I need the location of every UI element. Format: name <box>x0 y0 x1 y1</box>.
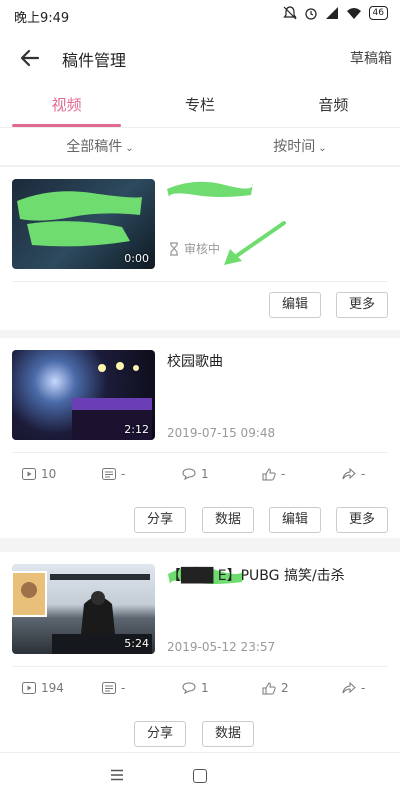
share-button[interactable]: 分享 <box>134 507 186 533</box>
stat-shares: - <box>320 673 400 703</box>
video-date: 2019-05-12 23:57 <box>167 640 276 654</box>
video-card: 0:00 审核中 编辑 更多 <box>0 167 400 330</box>
video-duration: 5:24 <box>124 637 149 650</box>
filter-all-submissions[interactable]: 全部稿件 ⌄ <box>0 128 200 165</box>
video-card: 2:12 校园歌曲 2019-07-15 09:48 10 - 1 - - 分享… <box>0 338 400 538</box>
play-icon <box>22 468 36 480</box>
stat-shares: - <box>320 459 400 489</box>
comment-icon <box>182 468 196 480</box>
chevron-down-icon: ⌄ <box>318 143 327 154</box>
mute-icon <box>282 6 297 20</box>
comment-icon <box>182 682 196 694</box>
scribble-mark <box>167 181 254 197</box>
hourglass-icon <box>170 241 178 256</box>
video-thumbnail[interactable]: 2:12 <box>12 350 155 440</box>
more-button[interactable]: 更多 <box>336 292 388 318</box>
system-nav-bar <box>0 752 400 800</box>
video-title[interactable]: 【███ E】PUBG 搞笑/击杀 <box>167 565 345 585</box>
share-icon <box>342 682 356 694</box>
review-status-label: 审核中 <box>184 242 221 256</box>
stat-plays: 10 <box>0 459 80 489</box>
page-title: 稿件管理 <box>62 51 127 70</box>
danmaku-icon <box>102 682 116 694</box>
video-thumbnail[interactable]: 0:00 <box>12 179 155 269</box>
share-icon <box>342 468 356 480</box>
card-divider <box>12 281 388 282</box>
video-duration: 2:12 <box>124 423 149 436</box>
play-icon <box>22 682 36 694</box>
back-arrow-icon[interactable] <box>16 44 44 72</box>
video-date: 2019-07-15 09:48 <box>167 426 276 440</box>
alarm-icon <box>304 8 317 20</box>
stat-comments: 1 <box>160 459 240 489</box>
stat-danmaku: - <box>80 673 160 703</box>
stat-danmaku-value: - <box>121 681 126 695</box>
stat-danmaku-value: - <box>121 467 126 481</box>
video-card: 5:24 【███ E】PUBG 搞笑/击杀 2019-05-12 23:57 … <box>0 552 400 752</box>
thumbs-up-icon <box>262 681 276 694</box>
more-button[interactable]: 更多 <box>336 507 388 533</box>
stat-likes-value: - <box>281 467 286 481</box>
data-button[interactable]: 数据 <box>202 721 254 747</box>
review-status: 审核中 <box>168 240 220 257</box>
thumbs-up-icon <box>262 467 276 480</box>
stat-plays-value: 194 <box>41 681 64 695</box>
filter-bar: 全部稿件 ⌄ 按时间 ⌄ <box>0 128 400 166</box>
status-bar: 晚上9:49 46 <box>0 0 400 30</box>
filter-sort-label: 按时间 <box>273 139 316 155</box>
video-stats: 10 - 1 - - <box>0 459 400 489</box>
stat-plays-value: 10 <box>41 467 57 481</box>
filter-all-label: 全部稿件 <box>66 139 123 155</box>
stat-danmaku: - <box>80 459 160 489</box>
content-tabs: 视频 专栏 音频 <box>0 86 400 128</box>
wifi-icon <box>346 8 361 19</box>
tab-audio[interactable]: 音频 <box>267 86 400 127</box>
stat-plays: 194 <box>0 673 80 703</box>
stat-likes: - <box>240 459 320 489</box>
edit-button[interactable]: 编辑 <box>269 507 321 533</box>
status-time: 晚上9:49 <box>14 11 70 26</box>
edit-button[interactable]: 编辑 <box>269 292 321 318</box>
tab-column[interactable]: 专栏 <box>133 86 266 127</box>
battery-icon: 46 <box>368 6 388 20</box>
share-button[interactable]: 分享 <box>134 721 186 747</box>
annotation-arrow <box>224 221 286 265</box>
stat-likes-value: 2 <box>281 681 289 695</box>
drafts-link[interactable]: 草稿箱 <box>350 48 392 68</box>
video-thumbnail[interactable]: 5:24 <box>12 564 155 654</box>
stat-likes: 2 <box>240 673 320 703</box>
video-stats: 194 - 1 2 - <box>0 673 400 703</box>
home-icon[interactable] <box>193 769 207 783</box>
danmaku-icon <box>102 468 116 480</box>
video-duration: 0:00 <box>124 252 149 265</box>
filter-sort-by-time[interactable]: 按时间 ⌄ <box>200 128 400 165</box>
status-icons: 46 <box>282 6 388 20</box>
stat-shares-value: - <box>361 681 366 695</box>
stat-comments-value: 1 <box>201 681 209 695</box>
card-divider <box>12 452 388 453</box>
stat-comments: 1 <box>160 673 240 703</box>
menu-icon[interactable] <box>110 769 124 781</box>
video-title[interactable]: 校园歌曲 <box>167 351 223 371</box>
signal-icon <box>325 7 338 19</box>
data-button[interactable]: 数据 <box>202 507 254 533</box>
tab-video[interactable]: 视频 <box>0 86 133 127</box>
card-divider <box>12 666 388 667</box>
chevron-down-icon: ⌄ <box>125 143 134 154</box>
stat-shares-value: - <box>361 467 366 481</box>
stat-comments-value: 1 <box>201 467 209 481</box>
top-bar: 稿件管理 草稿箱 <box>0 30 400 86</box>
